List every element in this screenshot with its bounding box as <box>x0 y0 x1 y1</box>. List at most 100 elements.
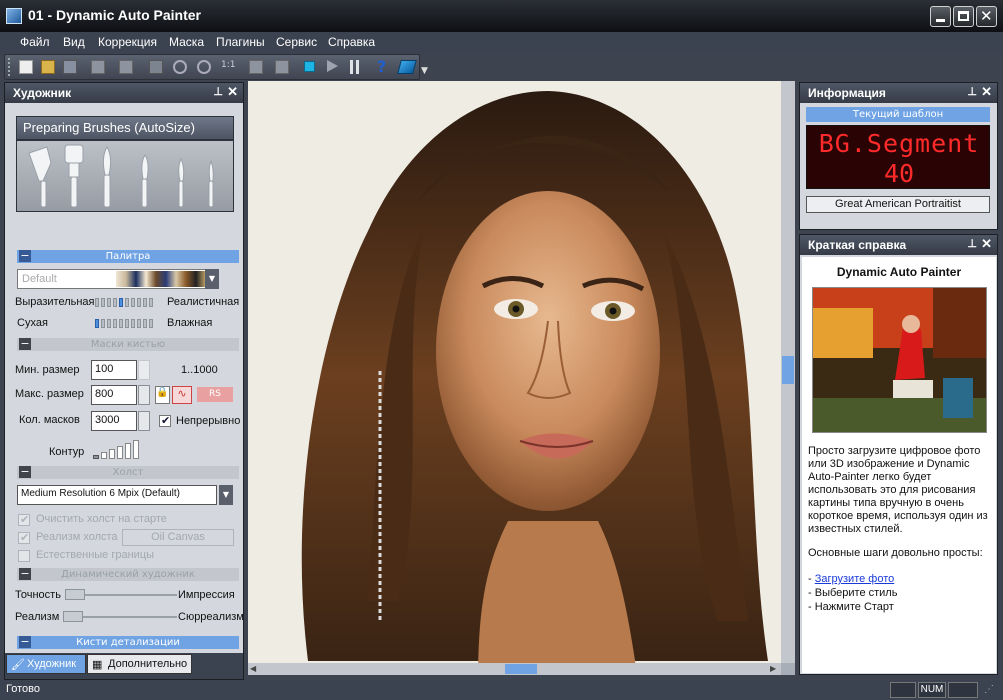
help-step1: - Загрузите фото <box>808 573 895 585</box>
menu-service[interactable]: Сервис <box>276 35 317 49</box>
palette-dropdown-icon[interactable]: ▼ <box>205 269 219 289</box>
palette-section-header[interactable]: − Палитра <box>17 250 239 263</box>
canvas-resolution-select[interactable]: Medium Resolution 6 Mpix (Default) <box>17 485 217 505</box>
pin-icon[interactable]: ⊥ <box>213 85 223 98</box>
max-size-stepper[interactable] <box>138 385 150 405</box>
close-icon[interactable]: ✕ <box>981 236 992 252</box>
paste-icon[interactable] <box>119 60 133 74</box>
zoom-1to1-icon[interactable]: 1:1 <box>221 60 239 74</box>
masks-count-stepper[interactable] <box>138 411 150 431</box>
style-name: Great American Portraitist <box>806 196 990 213</box>
horizontal-scrollbar[interactable]: ◀ ▶ <box>248 663 781 675</box>
artist-panel: Художник ⊥ ✕ Preparing Brushes (AutoSize… <box>4 82 244 680</box>
masks-count-input[interactable]: 3000 <box>91 411 137 431</box>
max-size-input[interactable]: 800 <box>91 385 137 405</box>
help-step3-text: Нажмите Старт <box>814 601 894 613</box>
new-file-icon[interactable] <box>19 60 33 74</box>
menu-mask[interactable]: Маска <box>169 35 204 49</box>
scroll-left-icon[interactable]: ◀ <box>250 664 256 673</box>
vertical-scrollbar[interactable] <box>781 81 795 663</box>
contour-label: Контур <box>49 446 85 458</box>
play-icon[interactable] <box>327 60 338 72</box>
status-cell-caps <box>890 682 916 698</box>
brush-masks-section-header[interactable]: − Маски кистью <box>17 338 239 351</box>
pin-icon[interactable]: ⊥ <box>967 85 977 98</box>
detail-brushes-section-header[interactable]: − Кисти детализации <box>17 636 239 649</box>
lock-icon[interactable]: 🔒 <box>155 386 170 404</box>
scroll-right-icon[interactable]: ▶ <box>770 664 776 673</box>
canvas-realism-checkbox[interactable]: ✔ <box>18 531 30 544</box>
eraser-icon[interactable] <box>397 60 417 74</box>
tab-artist[interactable]: 🖌 Художник <box>6 654 86 674</box>
pause-icon[interactable] <box>350 60 359 74</box>
close-icon: ✕ <box>980 7 993 25</box>
curve-icon[interactable]: ∿ <box>172 386 192 404</box>
menu-plugins[interactable]: Плагины <box>216 35 265 49</box>
realism-slider-thumb[interactable] <box>63 611 83 622</box>
clear-canvas-checkbox[interactable]: ✔ <box>18 513 30 526</box>
preset-title[interactable]: Preparing Brushes (AutoSize) <box>16 116 234 140</box>
zoom-out-icon[interactable] <box>173 60 187 74</box>
sample-painting-image <box>813 288 986 432</box>
close-button[interactable]: ✕ <box>976 6 997 27</box>
status-cell-scroll <box>948 682 978 698</box>
canvas-section-header[interactable]: − Холст <box>17 466 239 479</box>
accuracy-slider-thumb[interactable] <box>65 589 85 600</box>
vertical-scroll-thumb[interactable] <box>782 356 794 384</box>
natural-borders-checkbox[interactable] <box>18 550 30 562</box>
portrait-image <box>248 81 781 663</box>
toolbar-grip[interactable] <box>8 58 11 76</box>
maximize-button[interactable] <box>953 6 974 27</box>
expressive-realistic-slider[interactable] <box>95 295 159 309</box>
fit-icon[interactable] <box>249 60 263 74</box>
canvas-realism-button[interactable]: Oil Canvas <box>122 529 234 546</box>
image-canvas[interactable] <box>248 81 781 663</box>
minimize-button[interactable] <box>930 6 951 27</box>
dynamic-artist-section-header[interactable]: − Динамический художник <box>17 568 239 581</box>
canvas-area: ◀ ▶ <box>248 81 795 675</box>
surrealism-label: Сюрреализм <box>178 611 244 623</box>
brushes-preview[interactable] <box>16 140 234 212</box>
load-photo-link[interactable]: Загрузите фото <box>815 573 895 585</box>
palette-select[interactable]: Default <box>17 269 217 289</box>
menu-correction[interactable]: Коррекция <box>98 35 157 49</box>
help-steps-title: Основные шаги довольно просты: <box>808 547 983 559</box>
pin-icon[interactable]: ⊥ <box>967 237 977 250</box>
brush-masks-section-label: Маски кистью <box>90 339 166 350</box>
help-content: Dynamic Auto Painter Просто загрузите ци… <box>802 257 996 673</box>
help-icon[interactable]: ? <box>377 57 391 76</box>
canvas-section-label: Холст <box>112 467 144 478</box>
tab-additional[interactable]: ▦ Дополнительно <box>87 654 192 674</box>
min-size-stepper[interactable] <box>138 360 150 380</box>
menu-help[interactable]: Справка <box>328 35 375 49</box>
resize-grip-icon[interactable]: ⋰ <box>984 684 994 695</box>
copy-icon[interactable] <box>91 60 105 74</box>
title-bar: 01 - Dynamic Auto Painter ✕ <box>0 0 1003 32</box>
continuous-checkbox[interactable]: ✔ <box>159 414 171 427</box>
max-size-label: Макс. размер <box>15 388 84 400</box>
crop-icon[interactable] <box>275 60 289 74</box>
image-icon[interactable] <box>149 60 163 74</box>
close-icon[interactable]: ✕ <box>227 84 238 100</box>
zoom-in-icon[interactable] <box>197 60 211 74</box>
contour-selector[interactable] <box>93 437 153 459</box>
stop-icon[interactable] <box>304 61 315 72</box>
help-heading: Dynamic Auto Painter <box>836 265 962 279</box>
expressive-label: Выразительная <box>15 296 95 308</box>
menu-view[interactable]: Вид <box>63 35 85 49</box>
dry-wet-slider[interactable] <box>95 316 159 330</box>
rs-button[interactable]: RS <box>197 387 233 402</box>
menu-file[interactable]: Файл <box>20 35 50 49</box>
realism-slider-track[interactable] <box>67 616 177 618</box>
toolbar-options-icon[interactable]: ▼ <box>421 66 428 76</box>
horizontal-scroll-thumb[interactable] <box>505 664 537 674</box>
close-icon[interactable]: ✕ <box>981 84 992 100</box>
led-line2: 40 <box>883 159 915 188</box>
min-size-input[interactable]: 100 <box>91 360 137 380</box>
save-icon[interactable] <box>63 60 77 74</box>
open-folder-icon[interactable] <box>41 60 55 74</box>
canvas-dropdown-icon[interactable]: ▼ <box>219 485 233 505</box>
continuous-label: Непрерывно <box>176 415 241 427</box>
tab-artist-label: Художник <box>27 658 77 670</box>
app-icon[interactable] <box>6 8 22 24</box>
